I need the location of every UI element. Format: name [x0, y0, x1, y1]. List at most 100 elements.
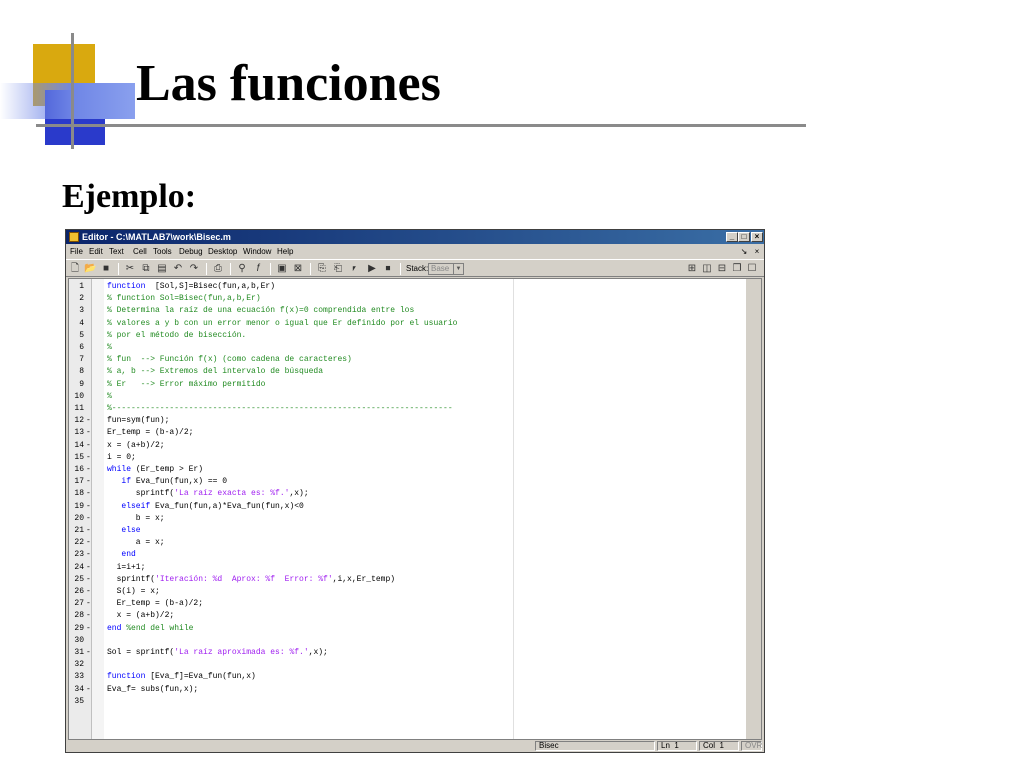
code-line[interactable]: 35	[69, 696, 729, 708]
breakpoint-marker[interactable]: -	[86, 610, 91, 622]
menu-window[interactable]: Window	[243, 245, 271, 259]
code-line[interactable]: 22- a = x;	[69, 537, 729, 549]
step-in-icon[interactable]: ⎗	[332, 263, 344, 275]
close-document-icon[interactable]: ×	[751, 247, 763, 257]
window-titlebar[interactable]: Editor - C:\MATLAB7\work\Bisec.m _ □ ×	[66, 230, 764, 244]
undock-icon[interactable]: ↘	[738, 247, 750, 257]
code-line[interactable]: 34- Eva_f= subs(fun,x);	[69, 684, 729, 696]
breakpoint-marker[interactable]: -	[86, 488, 91, 500]
clear-breakpoints-icon[interactable]: ⊠	[292, 263, 304, 275]
exit-debug-icon[interactable]: ⏹	[382, 263, 394, 275]
continue-icon[interactable]: ▶	[366, 263, 378, 275]
print-icon[interactable]: ⎙	[212, 263, 224, 275]
code-line[interactable]: 1 function [Sol,S]=Bisec(fun,a,b,Er)	[69, 281, 729, 293]
breakpoint-marker[interactable]: -	[86, 452, 91, 464]
set-breakpoint-icon[interactable]: ▣	[276, 263, 288, 275]
code-line[interactable]: 18- sprintf('La raíz exacta es: %f.',x);	[69, 488, 729, 500]
maximize-doc-icon[interactable]: ☐	[746, 263, 758, 275]
breakpoint-marker[interactable]: -	[86, 476, 91, 488]
code-line[interactable]: 23- end	[69, 549, 729, 561]
code-line[interactable]: 13- Er_temp = (b-a)/2;	[69, 427, 729, 439]
breakpoint-marker[interactable]: -	[86, 598, 91, 610]
tile-grid-icon[interactable]: ⊞	[686, 263, 698, 275]
breakpoint-marker[interactable]: -	[86, 647, 91, 659]
redo-icon[interactable]: ↷	[188, 263, 200, 275]
function-icon[interactable]: f	[252, 263, 264, 275]
line-number: 27	[74, 599, 84, 609]
tile-vertical-icon[interactable]: ◫	[701, 263, 713, 275]
breakpoint-marker[interactable]: -	[86, 684, 91, 696]
menu-desktop[interactable]: Desktop	[208, 245, 237, 259]
code-line[interactable]: 19- elseif Eva_fun(fun,a)*Eva_fun(fun,x)…	[69, 501, 729, 513]
code-line[interactable]: 12- fun=sym(fun);	[69, 415, 729, 427]
vertical-scrollbar[interactable]	[745, 279, 761, 739]
code-line[interactable]: 20- b = x;	[69, 513, 729, 525]
code-line[interactable]: 28- x = (a+b)/2;	[69, 610, 729, 622]
code-line[interactable]: 17- if Eva_fun(fun,x) == 0	[69, 476, 729, 488]
breakpoint-marker[interactable]: -	[86, 415, 91, 427]
close-button[interactable]: ×	[751, 232, 763, 242]
breakpoint-marker[interactable]: -	[86, 501, 91, 513]
menu-file[interactable]: File	[70, 245, 83, 259]
menu-help[interactable]: Help	[277, 245, 293, 259]
code-line[interactable]: 31- Sol = sprintf('La raíz aproximada es:…	[69, 647, 729, 659]
undo-icon[interactable]: ↶	[172, 263, 184, 275]
code-line[interactable]: 7 % fun --> Función f(x) (como cadena de …	[69, 354, 729, 366]
line-number: 26	[74, 587, 84, 596]
code-line[interactable]: 24- i=i+1;	[69, 562, 729, 574]
breakpoint-marker[interactable]: -	[86, 464, 91, 476]
menu-cell[interactable]: Cell	[133, 245, 147, 259]
breakpoint-marker[interactable]: -	[86, 562, 91, 574]
code-line[interactable]: 6%	[69, 342, 729, 354]
breakpoint-marker[interactable]: -	[86, 525, 91, 537]
breakpoint-marker[interactable]: -	[86, 574, 91, 586]
code-line[interactable]: 15- i = 0;	[69, 452, 729, 464]
code-line[interactable]: 29- end %end del while	[69, 623, 729, 635]
menu-text[interactable]: Text	[109, 245, 124, 259]
column-label: Col	[703, 741, 716, 750]
code-editor[interactable]: 1 function [Sol,S]=Bisec(fun,a,b,Er) 2% fu…	[68, 278, 762, 740]
code-line[interactable]: 16- while (Er_temp > Er)	[69, 464, 729, 476]
code-line[interactable]: 10%	[69, 391, 729, 403]
find-icon[interactable]: ⚲	[236, 263, 248, 275]
breakpoint-marker[interactable]: -	[86, 537, 91, 549]
code-line[interactable]: 4 % valores a y b con un error menor o ig…	[69, 318, 729, 330]
stack-dropdown[interactable]: Base ▼	[428, 263, 464, 275]
breakpoint-marker[interactable]: -	[86, 427, 91, 439]
cut-icon[interactable]: ✂	[124, 263, 136, 275]
code-line[interactable]: 9 % Er --> Error máximo permitido	[69, 379, 729, 391]
save-icon[interactable]: ■	[100, 263, 112, 275]
breakpoint-marker[interactable]: -	[86, 513, 91, 525]
float-window-icon[interactable]: ❐	[731, 263, 743, 275]
breakpoint-marker[interactable]: -	[86, 440, 91, 452]
code-line[interactable]: 25- sprintf('Iteración: %d Aprox: %f Err…	[69, 574, 729, 586]
menu-edit[interactable]: Edit	[89, 245, 103, 259]
code-line[interactable]: 30	[69, 635, 729, 647]
code-line[interactable]: 27- Er_temp = (b-a)/2;	[69, 598, 729, 610]
paste-icon[interactable]: ▤	[156, 263, 168, 275]
code-line[interactable]: 14- x = (a+b)/2;	[69, 440, 729, 452]
minimize-button[interactable]: _	[726, 232, 738, 242]
new-file-icon[interactable]: 🗋	[69, 263, 81, 275]
menu-debug[interactable]: Debug	[179, 245, 203, 259]
copy-icon[interactable]: ⧉	[140, 263, 152, 275]
code-line[interactable]: 33 function [Eva_f]=Eva_fun(fun,x)	[69, 671, 729, 683]
step-out-icon[interactable]: ⎖	[348, 263, 360, 275]
code-line[interactable]: 21- else	[69, 525, 729, 537]
step-icon[interactable]: ⎘	[316, 263, 328, 275]
code-line[interactable]: 26- S(i) = x;	[69, 586, 729, 598]
code-line[interactable]: 32	[69, 659, 729, 671]
tile-horizontal-icon[interactable]: ⊟	[716, 263, 728, 275]
code-line[interactable]: 5 % por el método de bisección.	[69, 330, 729, 342]
chevron-down-icon[interactable]: ▼	[453, 264, 463, 274]
maximize-button[interactable]: □	[738, 232, 750, 242]
code-line[interactable]: 8 % a, b --> Extremos del intervalo de bú…	[69, 366, 729, 378]
breakpoint-marker[interactable]: -	[86, 549, 91, 561]
menu-tools[interactable]: Tools	[153, 245, 172, 259]
open-file-icon[interactable]: 📂	[84, 263, 96, 275]
code-line[interactable]: 11 %-------------------------------------…	[69, 403, 729, 415]
breakpoint-marker[interactable]: -	[86, 586, 91, 598]
breakpoint-marker[interactable]: -	[86, 623, 91, 635]
code-line[interactable]: 2 % function Sol=Bisec(fun,a,b,Er)	[69, 293, 729, 305]
code-line[interactable]: 3 % Determina la raíz de una ecuación f(x…	[69, 305, 729, 317]
